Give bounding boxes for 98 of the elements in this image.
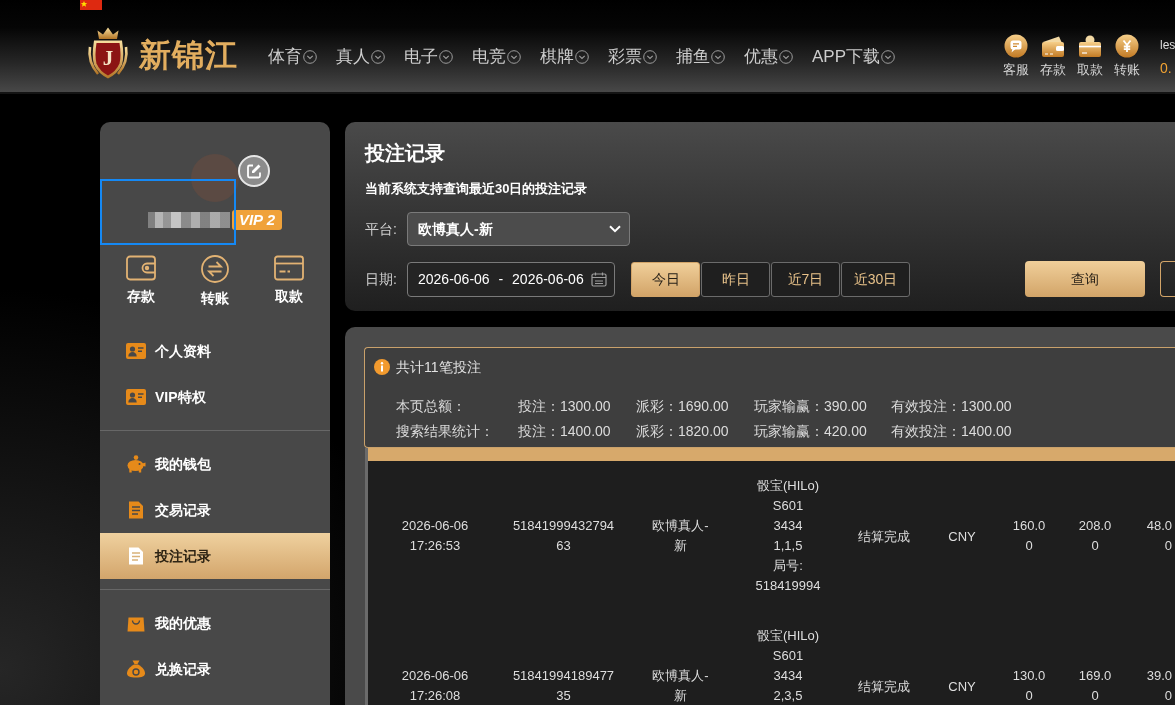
- avatar-placeholder: [191, 154, 239, 202]
- info-icon: [374, 359, 390, 375]
- summary-label: 本页总额：: [396, 397, 467, 416]
- date-range-button[interactable]: 近30日: [841, 261, 910, 297]
- bet-number-text: 5184199418947735: [511, 667, 616, 705]
- nav-link[interactable]: 棋牌: [540, 45, 589, 69]
- nav-link[interactable]: 体育: [268, 45, 317, 69]
- sidebar-item[interactable]: 个人资料: [100, 328, 330, 374]
- sidebar-item[interactable]: VIP特权: [100, 374, 330, 420]
- money-bag-icon: [126, 660, 146, 678]
- summary-value: 玩家输赢：390.00: [754, 397, 868, 416]
- quick-action-link[interactable]: 存款: [126, 255, 156, 308]
- sidebar-item[interactable]: 兑换记录: [100, 646, 330, 692]
- status-text: 结算完成: [858, 527, 910, 546]
- field-label: 平台:: [365, 219, 398, 239]
- piggy-bank-icon: [126, 455, 146, 473]
- nav-link[interactable]: 优惠: [744, 45, 793, 69]
- chevron-down-icon: [881, 50, 896, 64]
- quick-action-link[interactable]: 取款: [274, 255, 304, 308]
- chevron-down-icon: [643, 50, 657, 64]
- nav-link[interactable]: 真人: [336, 45, 385, 69]
- notice-text: 当前系统支持查询最近30日的投注记录: [365, 180, 589, 198]
- summary-value: 投注：1400.00: [518, 422, 612, 441]
- header-link[interactable]: 客服: [1003, 34, 1029, 78]
- document-icon: [126, 501, 146, 519]
- wallet-icon: [1040, 34, 1066, 58]
- amount-text: 160.00: [1011, 517, 1047, 555]
- yen-coin-icon: [1115, 34, 1139, 58]
- nav-link[interactable]: APP下载: [812, 45, 896, 69]
- calendar-icon: [591, 271, 607, 287]
- bet-time-text: 2026-06-06 17:26:08: [400, 667, 470, 705]
- total-count-text: 共计11笔投注: [396, 358, 481, 377]
- chevron-down-icon: [303, 50, 317, 64]
- amount-text: 130.00: [1011, 667, 1047, 705]
- crown-shield-icon: [85, 26, 131, 80]
- chat-bubble-icon: [1004, 34, 1028, 58]
- date-range-button[interactable]: 昨日: [701, 261, 770, 297]
- username-text: les: [1160, 36, 1175, 53]
- field-label: 日期:: [365, 269, 398, 289]
- summary-value: 投注：1300.00: [518, 397, 612, 416]
- card-icon: [274, 255, 304, 281]
- date-range-button[interactable]: 今日: [631, 261, 700, 297]
- chevron-down-icon: [507, 50, 521, 64]
- amount-text: 169.00: [1077, 667, 1113, 705]
- header-link[interactable]: 存款: [1040, 34, 1066, 78]
- id-card-icon: [126, 342, 146, 360]
- currency-text: CNY: [948, 527, 976, 546]
- game-details-text: 骰宝(HILo) S601 3434 2,3,5: [756, 627, 820, 705]
- outlined-button[interactable]: [1160, 261, 1175, 297]
- document-icon: [126, 547, 146, 565]
- cash-box-icon: [1077, 34, 1103, 58]
- game-details-text: 骰宝(HILo) S601 3434 1,1,5 局号: 518419994: [755, 477, 821, 595]
- summary-value: 派彩：1690.00: [636, 397, 730, 416]
- id-card-icon: [126, 388, 146, 406]
- logo-text: 新锦江: [139, 36, 238, 75]
- currency-text: CNY: [948, 677, 976, 696]
- platform-text: 欧博真人-新: [651, 667, 710, 705]
- platform-text: 欧博真人-新: [651, 517, 710, 555]
- bet-time-text: 2026-06-06 17:26:53: [400, 517, 470, 555]
- chevron-down-icon: [439, 50, 453, 64]
- vip-badge: VIP 2: [231, 210, 283, 230]
- sidebar-item[interactable]: 投注记录: [100, 533, 330, 579]
- bet-number-text: 5184199943279463: [511, 517, 616, 555]
- summary-value: 玩家输赢：420.00: [754, 422, 868, 441]
- summary-value: 有效投注：1400.00: [891, 422, 1012, 441]
- chevron-down-icon: [779, 50, 793, 64]
- amount-text: 208.00: [1077, 517, 1113, 555]
- sidebar-item[interactable]: 交易记录: [100, 487, 330, 533]
- search-button[interactable]: 查询: [1025, 261, 1145, 297]
- sidebar-item[interactable]: 我的钱包: [100, 441, 330, 487]
- summary-value: 派彩：1820.00: [636, 422, 730, 441]
- chevron-down-icon: [575, 50, 589, 64]
- chevron-down-icon: [711, 50, 725, 64]
- nav-link[interactable]: 电竞: [472, 45, 521, 69]
- chevron-down-icon: [609, 225, 621, 233]
- transfer-arrows-icon: [200, 255, 230, 283]
- date-range-button[interactable]: 近7日: [771, 261, 840, 297]
- summary-value: 有效投注：1300.00: [891, 397, 1012, 416]
- wallet-icon: [126, 255, 156, 281]
- status-text: 结算完成: [858, 677, 910, 696]
- logo-letter: J: [102, 47, 114, 69]
- quick-action-link[interactable]: 转账: [200, 255, 230, 308]
- edit-icon[interactable]: [238, 155, 270, 187]
- amount-text: 39.00: [1145, 667, 1172, 705]
- sidebar-item[interactable]: 我的优惠: [100, 600, 330, 646]
- platform-select[interactable]: 欧博真人-新: [407, 212, 630, 246]
- header-link[interactable]: 取款: [1077, 34, 1103, 78]
- nav-link[interactable]: 电子: [404, 45, 453, 69]
- balance-text: 0.: [1160, 59, 1172, 76]
- header-link[interactable]: 转账: [1114, 34, 1140, 78]
- amount-text: 48.00: [1145, 517, 1172, 555]
- page-title: 投注记录: [365, 141, 446, 166]
- summary-label: 搜索结果统计：: [396, 422, 495, 441]
- nav-link[interactable]: 捕鱼: [676, 45, 725, 69]
- chevron-down-icon: [371, 50, 385, 64]
- flag-icon: [80, 0, 102, 10]
- nav-link[interactable]: 彩票: [608, 45, 657, 69]
- date-range-field[interactable]: 2026-06-06 - 2026-06-06: [407, 261, 615, 297]
